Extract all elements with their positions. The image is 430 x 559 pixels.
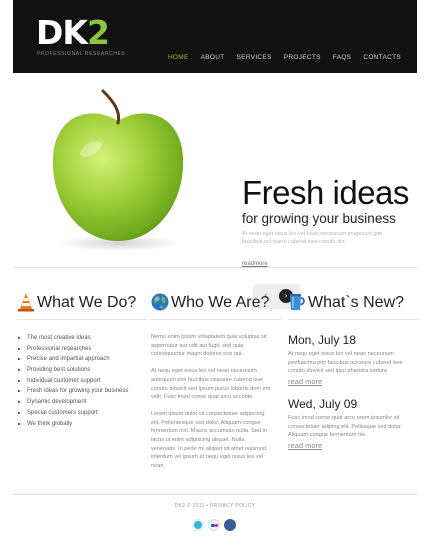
- who-we-are-text: Nemo enim ipsam voluptatem quia voluptas…: [151, 333, 271, 479]
- list-item: Individual customer support: [17, 376, 147, 387]
- news-item: Mon, July 18 At nequ eget nisus leo vel …: [288, 333, 418, 386]
- whats-new-title: What`s New?: [308, 294, 405, 311]
- who-paragraph: Lorem ipsum dolor sit consectetuer adipi…: [151, 410, 267, 470]
- who-paragraph: At nequ eget nisus leo vel nean neceunum…: [151, 368, 271, 401]
- list-item: Precise and impartial approach: [17, 354, 147, 365]
- section-divider: [13, 267, 417, 268]
- hero-subtitle: for growing your business: [242, 211, 396, 226]
- who-paragraph: Nemo enim ipsam voluptatem quia voluptas…: [151, 334, 267, 358]
- who-we-are-heading: Who We Are?: [151, 288, 281, 320]
- hero-title: Fresh ideas: [242, 174, 409, 211]
- footer-divider: [13, 494, 417, 495]
- heading-underline: [288, 319, 418, 320]
- logo-text: DK: [36, 13, 88, 52]
- news-text: At nequ eget nisus leo vel nean neceunum…: [288, 351, 403, 374]
- nav-home[interactable]: HOME: [168, 54, 189, 61]
- who-we-are-title: Who We Are?: [171, 294, 270, 311]
- heading-underline: [17, 319, 147, 320]
- hero-slider: Fresh ideas for growing your business At…: [13, 73, 417, 309]
- list-item: Dynamic development: [17, 397, 147, 408]
- list-item: We think globally: [17, 419, 147, 430]
- globe-icon: [151, 292, 169, 312]
- news-readmore-link[interactable]: read more: [288, 377, 418, 386]
- apple-image: [43, 83, 193, 253]
- list-item: Providing best solutions: [17, 365, 147, 376]
- site-header: DK2 PROFESSIONAL RESEARCHES HOME ABOUT S…: [13, 0, 417, 73]
- twitter-icon[interactable]: [192, 519, 204, 531]
- cup-icon: [288, 292, 306, 312]
- list-item: The most creative ideas: [17, 333, 147, 344]
- list-item: Professional researches: [17, 344, 147, 355]
- logo[interactable]: DK2: [36, 13, 110, 52]
- list-item: Special customers support: [17, 408, 147, 419]
- hero-text: At nequ eget nisus leo vel nean neceunum…: [242, 231, 383, 245]
- nav-about[interactable]: ABOUT: [201, 54, 225, 61]
- main-nav: HOME ABOUT SERVICES PROJECTS FAQS CONTAC…: [156, 54, 401, 61]
- heading-underline: [151, 319, 281, 320]
- traffic-cone-icon: [17, 292, 35, 312]
- what-we-do-heading: What We Do?: [17, 288, 147, 320]
- logo-number: 2: [86, 13, 110, 52]
- news-readmore-link[interactable]: read more: [288, 441, 418, 450]
- news-date: Wed, July 09: [288, 397, 358, 411]
- whats-new-heading: What`s New?: [288, 288, 418, 320]
- nav-projects[interactable]: PROJECTS: [284, 54, 321, 61]
- tagline: PROFESSIONAL RESEARCHES: [37, 51, 126, 57]
- social-links: [192, 519, 236, 531]
- nav-services[interactable]: SERVICES: [237, 54, 272, 61]
- nav-faqs[interactable]: FAQS: [333, 54, 352, 61]
- rss-icon[interactable]: [224, 519, 236, 531]
- flickr-icon[interactable]: [208, 519, 220, 531]
- what-we-do-title: What We Do?: [37, 294, 137, 311]
- footer-copyright: DK2 © 2011 • PRIVACY POLICY: [174, 503, 256, 509]
- news-text: Fusc imod conse quat arcu orem ipsumlor …: [288, 415, 402, 438]
- news-item: Wed, July 09 Fusc imod conse quat arcu o…: [288, 397, 418, 450]
- list-item: Fresh ideas for growing your business: [17, 386, 147, 397]
- news-date: Mon, July 18: [288, 333, 357, 347]
- services-list: The most creative ideas Professional res…: [17, 333, 147, 429]
- nav-contacts[interactable]: CONTACTS: [363, 54, 401, 61]
